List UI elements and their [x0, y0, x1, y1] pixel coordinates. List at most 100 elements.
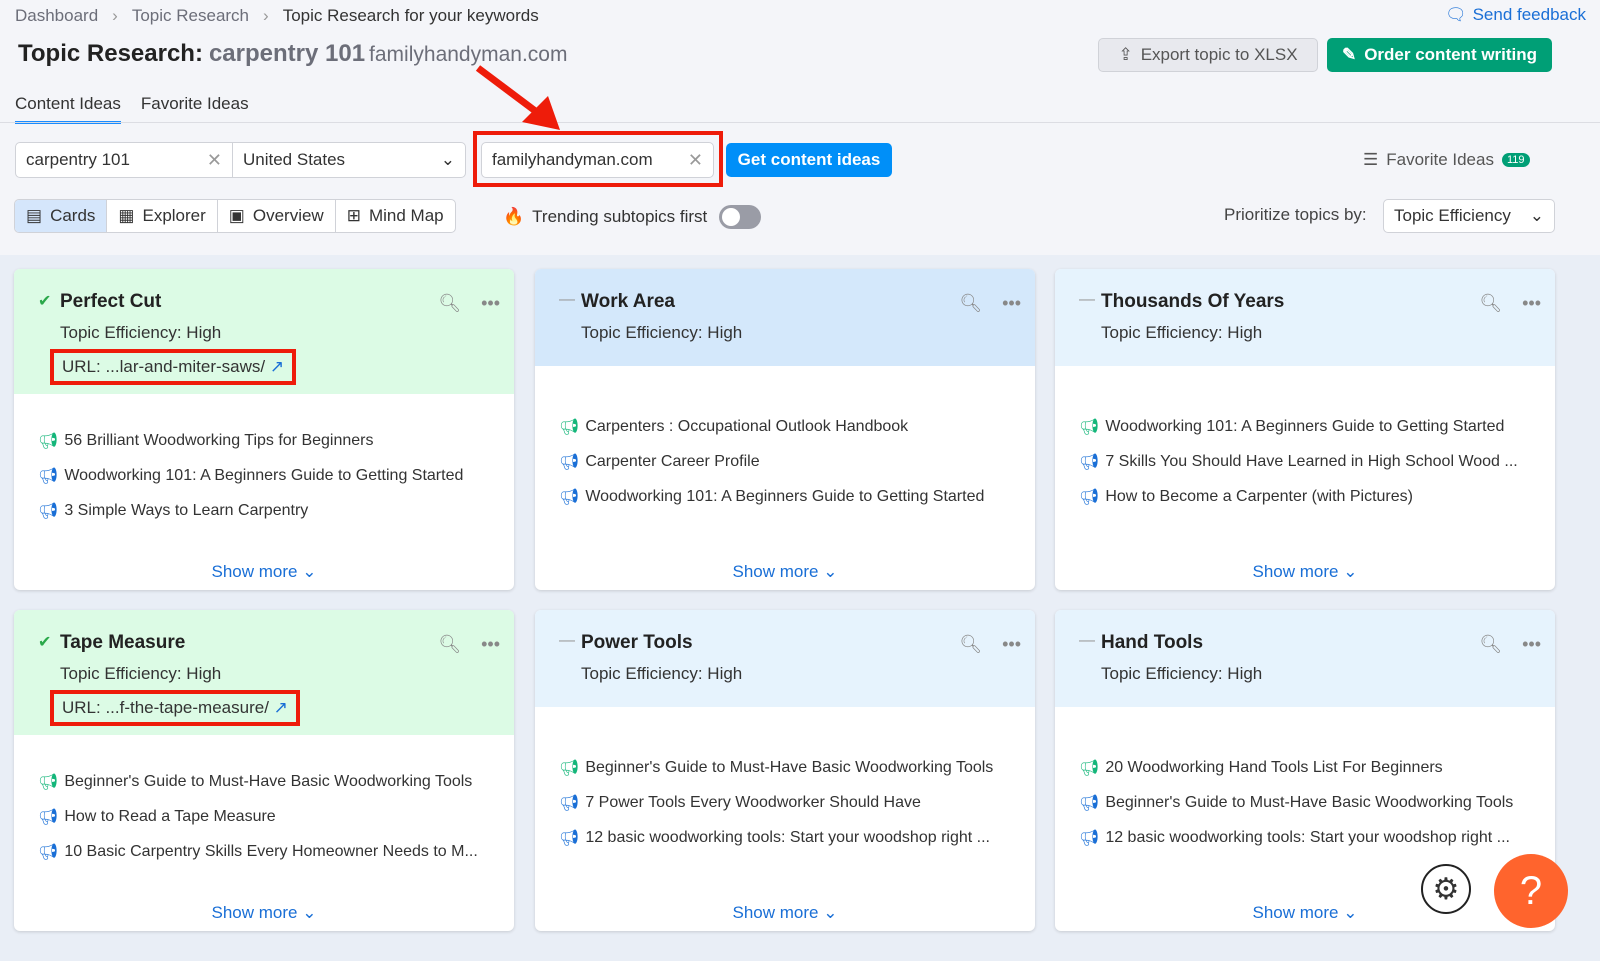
card-efficiency: Topic Efficiency: High — [581, 323, 743, 342]
send-feedback-label: Send feedback — [1472, 5, 1586, 24]
megaphone-icon: 📢︎ — [38, 467, 59, 485]
search-icon[interactable]: 🔍︎ — [438, 293, 461, 314]
megaphone-icon: 📢︎ — [1079, 794, 1100, 812]
more-icon[interactable]: ••• — [1522, 293, 1541, 314]
more-icon[interactable]: ••• — [481, 293, 500, 314]
fire-icon: 🔥 — [503, 207, 525, 226]
question-icon: ? — [1519, 868, 1543, 913]
show-more-button[interactable]: Show more ⌄ — [1055, 903, 1555, 923]
list-item[interactable]: 📢︎ 20 Woodworking Hand Tools List For Beg… — [1079, 750, 1555, 785]
item-title: Woodworking 101: A Beginners Guide to Ge… — [585, 487, 985, 505]
more-icon[interactable]: ••• — [1002, 293, 1021, 314]
view-cards[interactable]: ▤ Cards — [15, 200, 108, 232]
topic-card[interactable]: — Power Tools Topic Efficiency: High 🔍︎ •… — [535, 610, 1035, 931]
topic-card[interactable]: ✔ Tape Measure Topic Efficiency: High UR… — [14, 610, 514, 931]
card-url: URL: ...lar-and-miter-saws/ — [62, 357, 266, 376]
show-more-button[interactable]: Show more ⌄ — [1055, 562, 1555, 582]
item-title: How to Become a Carpenter (with Pictures… — [1105, 487, 1413, 505]
topic-card[interactable]: ✔ Perfect Cut Topic Efficiency: High URL… — [14, 269, 514, 590]
help-button[interactable]: ? — [1494, 854, 1568, 928]
list-item[interactable]: 📢︎ Woodworking 101: A Beginners Guide to … — [559, 479, 1035, 514]
show-more-button[interactable]: Show more ⌄ — [535, 562, 1035, 582]
get-content-ideas-button[interactable]: Get content ideas — [726, 143, 892, 177]
search-icon[interactable]: 🔍︎ — [959, 634, 982, 655]
list-item[interactable]: 📢︎ Woodworking 101: A Beginners Guide to … — [1079, 409, 1555, 444]
view-overview[interactable]: ▣ Overview — [218, 200, 336, 232]
chevron-down-icon: ⌄ — [823, 562, 838, 581]
trending-toggle[interactable] — [719, 205, 762, 229]
show-more-label: Show more — [1252, 903, 1339, 922]
search-icon[interactable]: 🔍︎ — [438, 634, 461, 655]
card-header: — Hand Tools Topic Efficiency: High 🔍︎ ••… — [1055, 610, 1555, 707]
card-items: 📢︎ 20 Woodworking Hand Tools List For Beg… — [1055, 707, 1555, 855]
tab-content-ideas[interactable]: Content Ideas — [15, 94, 121, 124]
search-icon[interactable]: 🔍︎ — [1479, 293, 1502, 314]
chevron-down-icon: ⌄ — [302, 903, 317, 922]
show-more-label: Show more — [732, 562, 819, 581]
topic-card[interactable]: — Thousands Of Years Topic Efficiency: H… — [1055, 269, 1555, 590]
annotation-arrow — [475, 65, 560, 130]
clear-icon[interactable]: ✕ — [688, 150, 703, 171]
more-icon[interactable]: ••• — [481, 634, 500, 655]
more-icon[interactable]: ••• — [1522, 634, 1541, 655]
more-icon[interactable]: ••• — [1002, 634, 1021, 655]
prioritize-value: Topic Efficiency — [1394, 206, 1511, 225]
keyword-input[interactable]: carpentry 101 ✕ — [15, 142, 233, 178]
list-item[interactable]: 📢︎ Carpenter Career Profile — [559, 444, 1035, 479]
list-item[interactable]: 📢︎ Carpenters : Occupational Outlook Hand… — [559, 409, 1035, 444]
topic-card[interactable]: — Hand Tools Topic Efficiency: High 🔍︎ ••… — [1055, 610, 1555, 931]
topic-card[interactable]: — Work Area Topic Efficiency: High 🔍︎ •••… — [535, 269, 1035, 590]
upload-icon: ⇪ — [1118, 45, 1133, 64]
country-select[interactable]: United States ⌄ — [232, 142, 466, 178]
breadcrumb-topic-research[interactable]: Topic Research — [132, 6, 249, 26]
clear-icon[interactable]: ✕ — [207, 150, 222, 171]
list-item[interactable]: 📢︎ 7 Skills You Should Have Learned in Hi… — [1079, 444, 1555, 479]
list-icon: ☰ — [1363, 150, 1379, 169]
list-item[interactable]: 📢︎ 3 Simple Ways to Learn Carpentry — [38, 493, 514, 528]
list-item[interactable]: 📢︎ Beginner's Guide to Must-Have Basic Wo… — [559, 750, 1035, 785]
view-mind-map[interactable]: ⊞ Mind Map — [336, 200, 455, 232]
order-content-button[interactable]: ✎ Order content writing — [1327, 38, 1552, 72]
search-icon[interactable]: 🔍︎ — [1479, 634, 1502, 655]
domain-input[interactable]: familyhandyman.com ✕ — [481, 142, 714, 178]
list-item[interactable]: 📢︎ How to Read a Tape Measure — [38, 799, 514, 834]
item-title: Beginner's Guide to Must-Have Basic Wood… — [64, 772, 473, 790]
mindmap-icon: ⊞ — [346, 206, 361, 225]
list-item[interactable]: 📢︎ How to Become a Carpenter (with Pictur… — [1079, 479, 1555, 514]
prioritize-select[interactable]: Topic Efficiency ⌄ — [1383, 199, 1555, 233]
list-item[interactable]: 📢︎ 12 basic woodworking tools: Start your… — [559, 820, 1035, 855]
card-url-link[interactable]: URL: ...lar-and-miter-saws/ ↗ — [50, 349, 297, 385]
show-more-button[interactable]: Show more ⌄ — [14, 903, 514, 923]
card-items: 📢︎ 56 Brilliant Woodworking Tips for Begi… — [14, 394, 514, 528]
list-item[interactable]: 📢︎ Beginner's Guide to Must-Have Basic Wo… — [1079, 785, 1555, 820]
list-item[interactable]: 📢︎ 12 basic woodworking tools: Start your… — [1079, 820, 1555, 855]
view-label: Overview — [252, 206, 324, 225]
list-item[interactable]: 📢︎ 56 Brilliant Woodworking Tips for Begi… — [38, 423, 514, 458]
view-explorer[interactable]: ▦ Explorer — [107, 200, 218, 232]
breadcrumb: Dashboard › Topic Research › Topic Researc… — [15, 6, 539, 26]
favorite-ideas-button[interactable]: ☰ Favorite Ideas 119 — [1363, 150, 1530, 170]
list-item[interactable]: 📢︎ 7 Power Tools Every Woodworker Should … — [559, 785, 1035, 820]
send-feedback-link[interactable]: 🗨 Send feedback — [1445, 5, 1586, 25]
show-more-label: Show more — [211, 562, 298, 581]
list-item[interactable]: 📢︎ 10 Basic Carpentry Skills Every Homeow… — [38, 834, 514, 869]
megaphone-icon: 📢︎ — [1079, 453, 1100, 471]
item-title: 10 Basic Carpentry Skills Every Homeowne… — [64, 842, 478, 860]
list-item[interactable]: 📢︎ Beginner's Guide to Must-Have Basic Wo… — [38, 764, 514, 799]
search-icon[interactable]: 🔍︎ — [959, 293, 982, 314]
list-item[interactable]: 📢︎ Woodworking 101: A Beginners Guide to … — [38, 458, 514, 493]
card-header: ✔ Perfect Cut Topic Efficiency: High URL… — [14, 269, 514, 394]
chevron-right-icon: › — [263, 6, 269, 25]
show-more-button[interactable]: Show more ⌄ — [14, 562, 514, 582]
item-title: 7 Skills You Should Have Learned in High… — [1105, 452, 1518, 470]
tab-favorite-ideas[interactable]: Favorite Ideas — [141, 94, 249, 124]
card-url-link[interactable]: URL: ...f-the-tape-measure/ ↗ — [50, 690, 300, 726]
trending-toggle-row: 🔥 Trending subtopics first — [503, 205, 762, 229]
edit-icon: ✎ — [1341, 45, 1357, 64]
show-more-button[interactable]: Show more ⌄ — [535, 903, 1035, 923]
breadcrumb-dashboard[interactable]: Dashboard — [15, 6, 98, 26]
show-more-label: Show more — [732, 903, 819, 922]
item-title: 56 Brilliant Woodworking Tips for Beginn… — [64, 431, 374, 449]
settings-button[interactable]: ⚙ — [1421, 864, 1471, 914]
export-xlsx-button[interactable]: ⇪ Export topic to XLSX — [1098, 38, 1318, 72]
